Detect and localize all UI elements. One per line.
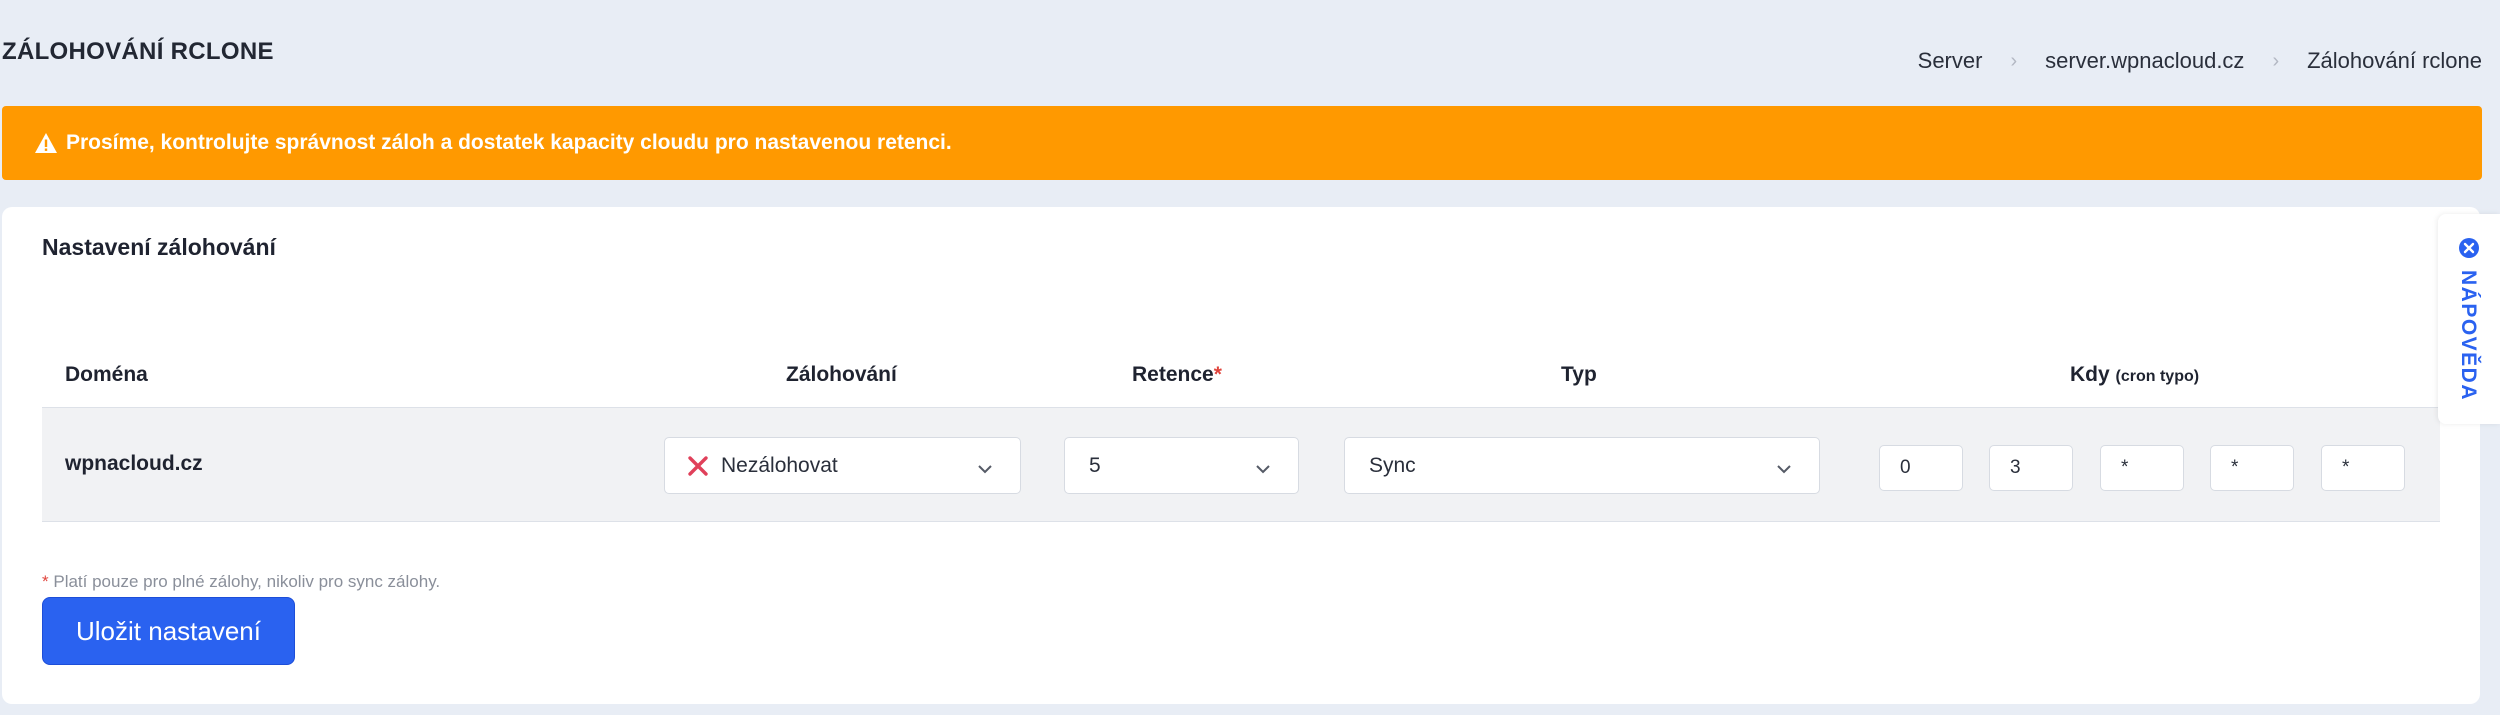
when-label: Kdy xyxy=(2070,363,2110,386)
backup-select-value: Nezálohovat xyxy=(721,453,838,477)
column-header-retention: Retence* xyxy=(1132,363,1222,387)
cron-hour-input[interactable] xyxy=(1989,445,2073,491)
warning-alert: Prosíme, kontrolujte správnost záloh a d… xyxy=(2,106,2482,180)
column-header-when: Kdy (cron typo) xyxy=(2070,363,2199,387)
column-header-domain: Doména xyxy=(65,363,148,386)
cron-month-input[interactable] xyxy=(2210,445,2294,491)
backup-settings-card: Nastavení zálohování Doména Zálohování R… xyxy=(2,207,2480,704)
page-title: ZÁLOHOVÁNÍ RCLONE xyxy=(2,38,274,65)
type-select-value: Sync xyxy=(1369,453,1416,477)
breadcrumb-item-server[interactable]: Server xyxy=(1918,48,1983,74)
help-label: NÁPOVĚDA xyxy=(2457,270,2480,402)
chevron-down-icon xyxy=(976,458,994,474)
save-settings-button[interactable]: Uložit nastavení xyxy=(42,597,295,665)
breadcrumb-separator-icon: › xyxy=(2272,49,2280,72)
chevron-down-icon xyxy=(1775,458,1793,474)
type-select[interactable]: Sync xyxy=(1344,437,1820,494)
breadcrumb-separator-icon: › xyxy=(2010,49,2018,72)
required-mark: * xyxy=(1213,363,1222,386)
retention-label: Retence xyxy=(1132,363,1214,386)
breadcrumb-item-server-host[interactable]: server.wpnacloud.cz xyxy=(2045,48,2244,74)
close-icon[interactable] xyxy=(2458,237,2480,259)
backup-select[interactable]: Nezálohovat xyxy=(664,437,1021,494)
breadcrumb-item-current: Zálohování rclone xyxy=(2307,48,2482,73)
footnote-text: Platí pouze pro plné zálohy, nikoliv pro… xyxy=(53,572,441,591)
cron-day-input[interactable] xyxy=(2100,445,2184,491)
chevron-down-icon xyxy=(1254,458,1272,474)
cron-minute-input[interactable] xyxy=(1879,445,1963,491)
column-header-backup: Zálohování xyxy=(786,363,897,386)
retention-select[interactable]: 5 xyxy=(1064,437,1299,494)
breadcrumb: Server › server.wpnacloud.cz › Zálohován… xyxy=(1918,48,2482,74)
alert-text: Prosíme, kontrolujte správnost záloh a d… xyxy=(66,131,952,154)
footnote-mark: * xyxy=(42,572,49,591)
help-tab[interactable]: NÁPOVĚDA xyxy=(2438,214,2500,424)
card-title: Nastavení zálohování xyxy=(42,234,276,260)
when-hint: (cron typo) xyxy=(2115,368,2200,385)
warning-icon xyxy=(34,132,58,154)
table-row: wpnacloud.cz Nezálohovat 5 Sync xyxy=(42,408,2440,522)
retention-select-value: 5 xyxy=(1089,453,1101,477)
table-header: Doména Zálohování Retence* Typ Kdy (cron… xyxy=(42,343,2440,408)
column-header-type: Typ xyxy=(1561,363,1597,386)
retention-footnote: * Platí pouze pro plné zálohy, nikoliv p… xyxy=(42,572,440,592)
x-icon xyxy=(687,455,709,477)
row-domain: wpnacloud.cz xyxy=(65,452,203,475)
cron-weekday-input[interactable] xyxy=(2321,445,2405,491)
